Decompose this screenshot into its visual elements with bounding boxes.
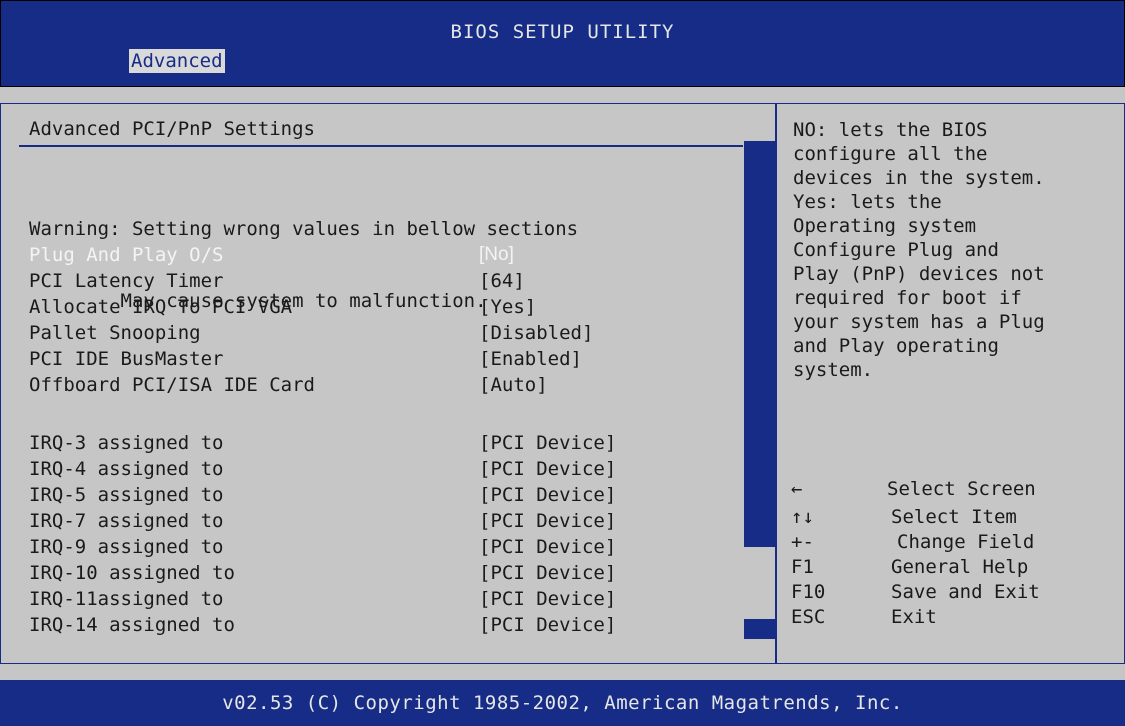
settings-panel: Advanced PCI/PnP Settings Warning: Setti… bbox=[1, 104, 775, 663]
left-arrow-icon: ← bbox=[791, 478, 803, 500]
key-desc: Select Item bbox=[891, 506, 1017, 528]
setting-value[interactable]: [PCI Device] bbox=[479, 535, 616, 559]
setting-value[interactable]: [PCI Device] bbox=[479, 613, 616, 637]
setting-value[interactable]: [PCI Device] bbox=[479, 483, 616, 507]
key-desc: Save and Exit bbox=[891, 581, 1040, 603]
setting-allocate-irq-vga[interactable]: Allocate IRQ To PCI VGA [Yes] bbox=[29, 295, 649, 319]
setting-irq-11[interactable]: IRQ-11assigned to [PCI Device] bbox=[29, 587, 649, 611]
setting-label: Plug And Play O/S bbox=[29, 244, 224, 266]
key-plus-minus: +- bbox=[791, 531, 814, 553]
key-f10: F10 bbox=[791, 581, 826, 603]
setting-pci-latency-timer[interactable]: PCI Latency Timer [64] bbox=[29, 269, 649, 293]
setting-value[interactable]: [PCI Device] bbox=[479, 457, 616, 481]
setting-label: PCI Latency Timer bbox=[29, 270, 224, 292]
key-desc: Exit bbox=[891, 606, 937, 628]
help-panel: NO: lets the BIOS configure all the devi… bbox=[777, 104, 1124, 663]
main-panel: Advanced PCI/PnP Settings Warning: Setti… bbox=[0, 103, 1125, 664]
setting-label: IRQ-5 assigned to bbox=[29, 484, 224, 506]
copyright-text: v02.53 (C) Copyright 1985-2002, American… bbox=[222, 692, 903, 714]
setting-offboard-ide-card[interactable]: Offboard PCI/ISA IDE Card [Auto] bbox=[29, 373, 649, 397]
key-desc: Change Field bbox=[897, 531, 1035, 553]
setting-label: Allocate IRQ To PCI VGA bbox=[29, 296, 293, 318]
setting-pallet-snooping[interactable]: Pallet Snooping [Disabled] bbox=[29, 321, 649, 345]
setting-plug-and-play-os[interactable]: Plug And Play O/S [No] bbox=[29, 243, 649, 267]
setting-label: IRQ-10 assigned to bbox=[29, 562, 235, 584]
setting-value[interactable]: [Yes] bbox=[479, 295, 536, 319]
key-row-change-field: +- Change Field bbox=[791, 529, 1034, 555]
setting-irq-5[interactable]: IRQ-5 assigned to [PCI Device] bbox=[29, 483, 649, 507]
key-desc: Select Screen bbox=[887, 478, 1036, 500]
section-title: Advanced PCI/PnP Settings bbox=[29, 118, 315, 140]
setting-irq-7[interactable]: IRQ-7 assigned to [PCI Device] bbox=[29, 509, 649, 533]
key-row-select-item: ↑↓ Select Item bbox=[791, 504, 1017, 530]
setting-label: PCI IDE BusMaster bbox=[29, 348, 224, 370]
key-esc: ESC bbox=[791, 606, 826, 628]
up-down-arrow-icon: ↑↓ bbox=[791, 506, 814, 528]
setting-value[interactable]: [64] bbox=[479, 269, 525, 293]
setting-value[interactable]: [PCI Device] bbox=[479, 509, 616, 533]
bios-screen: BIOS SETUP UTILITY Advanced Advanced PCI… bbox=[0, 0, 1125, 726]
setting-value[interactable]: [Auto] bbox=[479, 373, 548, 397]
setting-label: IRQ-11assigned to bbox=[29, 588, 224, 610]
key-row-exit: ESC Exit bbox=[791, 604, 937, 630]
header-bar: BIOS SETUP UTILITY Advanced bbox=[0, 0, 1125, 87]
scrollbar-thumb[interactable] bbox=[744, 141, 775, 546]
setting-irq-14[interactable]: IRQ-14 assigned to [PCI Device] bbox=[29, 613, 649, 637]
key-desc: General Help bbox=[891, 556, 1029, 578]
setting-label: Offboard PCI/ISA IDE Card bbox=[29, 374, 315, 396]
key-f1: F1 bbox=[791, 556, 814, 578]
key-row-general-help: F1 General Help bbox=[791, 554, 1028, 580]
title-divider bbox=[19, 145, 743, 147]
utility-title: BIOS SETUP UTILITY bbox=[450, 21, 675, 43]
scrollbar-track-edge bbox=[744, 546, 775, 547]
setting-label: Pallet Snooping bbox=[29, 322, 201, 344]
help-text: NO: lets the BIOS configure all the devi… bbox=[793, 119, 1045, 381]
footer-bar: v02.53 (C) Copyright 1985-2002, American… bbox=[0, 680, 1125, 726]
setting-pci-ide-busmaster[interactable]: PCI IDE BusMaster [Enabled] bbox=[29, 347, 649, 371]
setting-value[interactable]: [PCI Device] bbox=[479, 587, 616, 611]
key-row-select-screen: ← Select Screen bbox=[791, 476, 1036, 502]
setting-label: IRQ-3 assigned to bbox=[29, 432, 224, 454]
setting-label: IRQ-14 assigned to bbox=[29, 614, 235, 636]
setting-label: IRQ-9 assigned to bbox=[29, 536, 224, 558]
setting-value[interactable]: [No] bbox=[479, 243, 514, 267]
setting-label: IRQ-7 assigned to bbox=[29, 510, 224, 532]
setting-value[interactable]: [PCI Device] bbox=[479, 561, 616, 585]
scrollbar-bottom-cap[interactable] bbox=[744, 619, 775, 639]
tab-advanced[interactable]: Advanced bbox=[129, 49, 225, 73]
key-row-save-exit: F10 Save and Exit bbox=[791, 579, 1040, 605]
setting-value[interactable]: [Enabled] bbox=[479, 347, 582, 371]
setting-irq-9[interactable]: IRQ-9 assigned to [PCI Device] bbox=[29, 535, 649, 559]
setting-irq-4[interactable]: IRQ-4 assigned to [PCI Device] bbox=[29, 457, 649, 481]
setting-value[interactable]: [Disabled] bbox=[479, 321, 593, 345]
setting-label: IRQ-4 assigned to bbox=[29, 458, 224, 480]
setting-value[interactable]: [PCI Device] bbox=[479, 431, 616, 455]
setting-irq-3[interactable]: IRQ-3 assigned to [PCI Device] bbox=[29, 431, 649, 455]
setting-irq-10[interactable]: IRQ-10 assigned to [PCI Device] bbox=[29, 561, 649, 585]
warning-line-1: Warning: Setting wrong values in bellow … bbox=[29, 218, 579, 240]
